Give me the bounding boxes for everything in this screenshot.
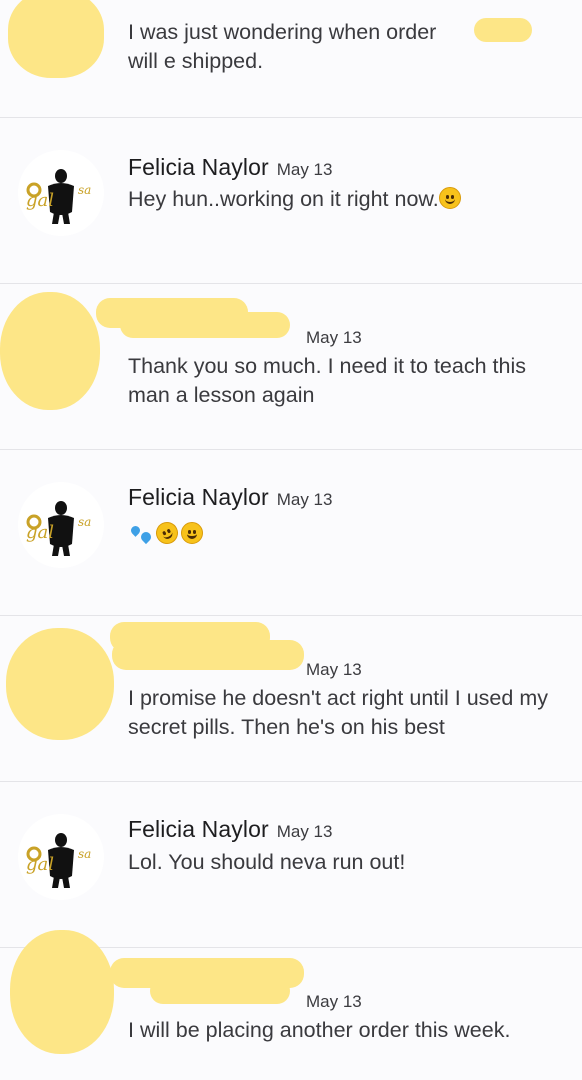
slightly-smiling-face-icon [438,187,461,209]
svg-text:sa: sa [78,515,91,529]
redaction-mark [120,312,290,338]
avatar[interactable]: gal sa [18,814,104,900]
redaction-mark [0,292,100,410]
avatar[interactable]: gal sa [18,482,104,568]
logo-icon: gal sa [18,150,104,236]
redaction-mark [112,640,304,670]
message-thread[interactable]: I was just wondering when order will e s… [0,0,582,1080]
redaction-mark [474,18,532,42]
sweat-droplets-icon [128,522,154,545]
sender-name: Felicia Naylor [128,816,269,842]
message-date: May 13 [306,992,362,1011]
redaction-mark [8,0,104,78]
grinning-squinting-face-icon [181,522,203,544]
svg-text:gal: gal [26,190,54,211]
avatar[interactable]: gal sa [18,150,104,236]
svg-text:gal: gal [26,854,54,875]
logo-icon: gal sa [18,482,104,568]
svg-text:sa: sa [78,183,91,197]
message-date: May 13 [306,328,362,347]
message-body: Lol. You should neva run out! [128,850,406,874]
svg-text:sa: sa [78,847,91,861]
message-body: I will be placing another order this wee… [128,1018,511,1042]
sender-name: Felicia Naylor [128,484,269,510]
logo-icon: gal sa [18,814,104,900]
message-date: May 13 [276,822,333,841]
message-body: I promise he doesn't act right until I u… [128,686,548,739]
message-body: Hey hun..working on it right now. [128,185,568,214]
message-date: May 13 [276,160,333,179]
svg-text:gal: gal [26,522,54,543]
redaction-mark [10,930,114,1054]
message-date: May 13 [276,490,333,509]
message-body: Thank you so much. I need it to teach th… [128,354,526,407]
rolling-on-floor-laughing-icon [152,518,182,548]
message-date: May 13 [306,660,362,679]
message-body [128,518,568,549]
sender-name: Felicia Naylor [128,154,269,180]
message-row[interactable]: gal sa Felicia Naylor May 13 [0,450,582,616]
redaction-mark [6,628,114,740]
message-row[interactable]: gal sa Felicia Naylor May 13 Lol. You sho… [0,782,582,948]
redaction-mark [150,978,290,1004]
message-row[interactable]: gal sa Felicia Naylor May 13 Hey hun..wor… [0,118,582,284]
